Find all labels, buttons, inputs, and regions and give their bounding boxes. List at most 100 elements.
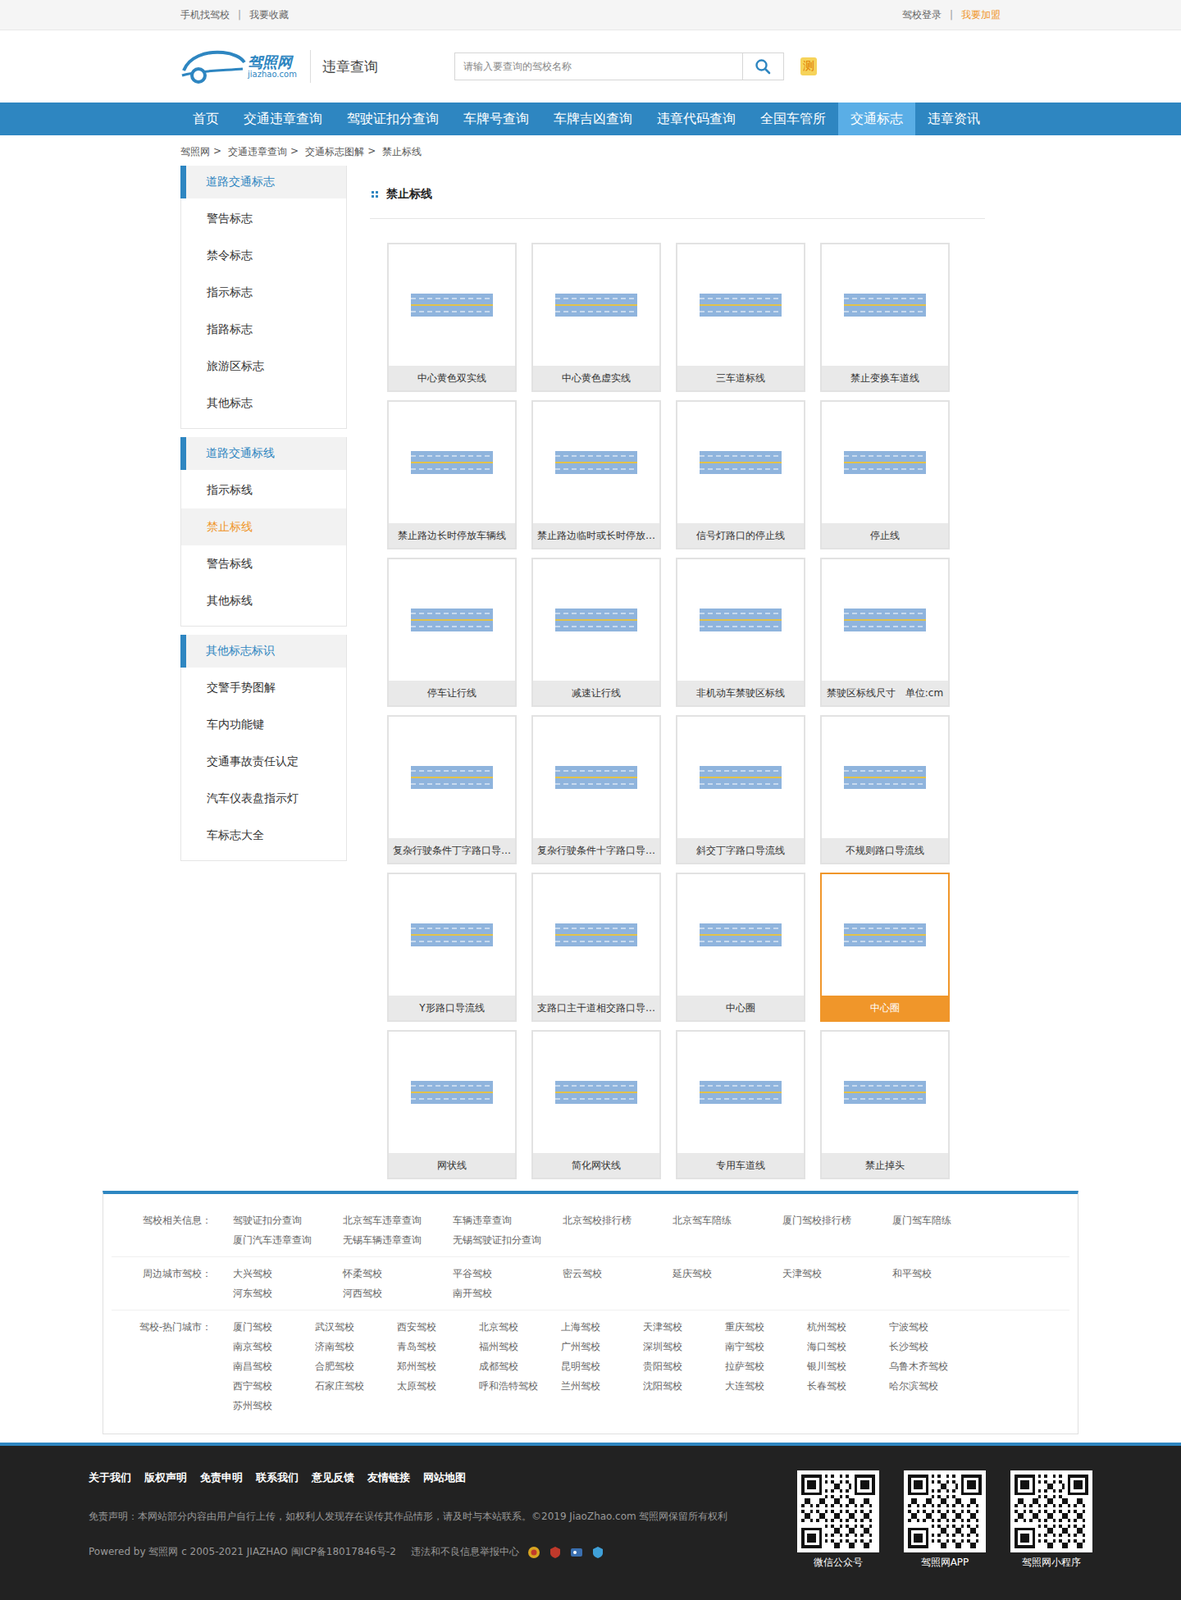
footer-link[interactable]: 乌鲁木齐驾校 [889,1356,972,1377]
breadcrumb-item[interactable]: 驾照网 [180,145,210,160]
footer-link[interactable]: 呼和浩特驾校 [478,1376,561,1396]
footer-link[interactable]: 无锡车辆违章查询 [342,1230,453,1250]
sidebar-item[interactable]: 禁止标线 [181,508,347,546]
footer-link[interactable]: 西安驾校 [396,1317,479,1337]
sidebar-group-title[interactable]: 道路交通标线 [180,437,347,470]
footer-link[interactable]: 北京驾校排行榜 [562,1210,673,1231]
sign-card[interactable]: 停止线 [820,400,950,550]
footer-link[interactable]: 车辆违章查询 [452,1210,563,1231]
footer-link[interactable]: 重庆驾校 [725,1317,808,1337]
footer-link[interactable]: 长沙驾校 [889,1336,972,1357]
footer-link[interactable]: 石家庄驾校 [314,1376,397,1396]
nav-item[interactable]: 驾驶证扣分查询 [334,102,452,136]
nav-item[interactable]: 违章代码查询 [644,102,748,136]
sign-card[interactable]: 网状线 [387,1030,517,1180]
footer-link[interactable]: 武汉驾校 [314,1317,397,1337]
footer-link[interactable]: 海口驾校 [807,1336,890,1357]
sidebar-group-title[interactable]: 其他标志标识 [180,634,347,668]
footer-link[interactable]: 成都驾校 [478,1356,561,1377]
sign-card[interactable]: 斜交丁字路口导流线 [675,715,806,865]
report-link[interactable]: 违法和不良信息举报中心 [410,1545,520,1560]
sign-card[interactable]: 禁驶区标线尺寸 单位:cm [820,557,950,707]
footer-link[interactable]: 驾驶证扣分查询 [232,1210,343,1231]
footer-nav-link[interactable]: 版权声明 [144,1470,187,1486]
footer-link[interactable]: 苏州驾校 [232,1395,315,1416]
footer-link[interactable]: 河东驾校 [232,1283,343,1304]
top-link[interactable]: 我要收藏 [249,8,289,23]
footer-link[interactable]: 青岛驾校 [396,1336,479,1357]
footer-link[interactable]: 大兴驾校 [232,1263,343,1284]
search-input[interactable] [455,53,743,80]
nav-item[interactable]: 首页 [180,102,232,136]
footer-link[interactable]: 长春驾校 [807,1376,890,1396]
footer-link[interactable]: 厦门汽车违章查询 [232,1230,343,1250]
shield-badge-icon[interactable] [548,1545,562,1560]
footer-link[interactable]: 延庆驾校 [672,1263,783,1284]
footer-link[interactable]: 南宁驾校 [725,1336,808,1357]
footer-link[interactable]: 福州驾校 [478,1336,561,1357]
nav-item[interactable]: 车牌吉凶查询 [541,102,645,136]
breadcrumb-item[interactable]: 交通标志图解 [305,145,365,160]
footer-link[interactable]: 宁波驾校 [889,1317,972,1337]
search-button[interactable] [742,53,784,80]
sidebar-item[interactable]: 旅游区标志 [181,347,347,385]
footer-link[interactable]: 南京驾校 [232,1336,315,1357]
sign-card[interactable]: 减速让行线 [531,557,662,707]
sidebar-item[interactable]: 指示标线 [181,471,347,509]
sidebar-item[interactable]: 车内功能键 [181,706,347,744]
network-badge-icon[interactable] [569,1545,584,1560]
footer-nav-link[interactable]: 意见反馈 [311,1470,355,1486]
footer-link[interactable]: 北京驾车陪练 [672,1210,783,1231]
sidebar-item[interactable]: 禁令标志 [181,237,347,274]
footer-link[interactable]: 深圳驾校 [642,1336,726,1357]
footer-link[interactable]: 合肥驾校 [314,1356,397,1377]
trust-badge-icon[interactable] [591,1545,605,1560]
footer-link[interactable]: 郑州驾校 [396,1356,479,1377]
footer-link[interactable]: 怀柔驾校 [342,1263,453,1284]
sign-card[interactable]: 中心黄色双实线 [387,242,517,393]
footer-link[interactable]: 厦门驾校排行榜 [782,1210,893,1231]
top-link[interactable]: 我要加盟 [961,8,1001,23]
footer-link[interactable]: 和平驾校 [892,1263,1003,1284]
footer-nav-link[interactable]: 联系我们 [255,1470,299,1486]
test-badge[interactable]: 测 [800,57,817,76]
sign-card[interactable]: Y形路口导流线 [387,872,517,1022]
footer-link[interactable]: 南开驾校 [452,1283,563,1304]
sidebar-item[interactable]: 指路标志 [181,310,347,348]
footer-link[interactable]: 贵阳驾校 [642,1356,726,1377]
sign-card[interactable]: 简化网状线 [531,1030,662,1180]
footer-link[interactable]: 南昌驾校 [232,1356,315,1377]
police-badge-icon[interactable] [527,1545,541,1560]
nav-item[interactable]: 全国车管所 [747,102,839,136]
sign-card[interactable]: 禁止掉头 [820,1030,950,1180]
footer-link[interactable]: 大连驾校 [725,1376,808,1396]
sign-card[interactable]: 专用车道线 [675,1030,806,1180]
footer-link[interactable]: 北京驾车违章查询 [342,1210,453,1231]
nav-item[interactable]: 违章资讯 [915,102,993,136]
sign-card[interactable]: 停车让行线 [387,557,517,707]
breadcrumb-item[interactable]: 禁止标线 [382,145,422,160]
sign-card[interactable]: 禁止路边临时或长时停放… [531,400,662,550]
footer-link[interactable]: 天津驾校 [642,1317,726,1337]
nav-item[interactable]: 车牌号查询 [451,102,542,136]
top-link[interactable]: 驾校登录 [902,8,942,23]
sign-card[interactable]: 中心黄色虚实线 [531,242,662,393]
footer-link[interactable]: 昆明驾校 [560,1356,643,1377]
footer-link[interactable]: 无锡驾驶证扣分查询 [452,1230,563,1250]
sign-card[interactable]: 信号灯路口的停止线 [675,400,806,550]
top-link[interactable]: 手机找驾校 [180,8,230,23]
footer-link[interactable]: 沈阳驾校 [642,1376,726,1396]
sign-card[interactable]: 禁止路边长时停放车辆线 [387,400,517,550]
sign-card[interactable]: 复杂行驶条件丁字路口导… [387,715,517,865]
footer-link[interactable]: 广州驾校 [560,1336,643,1357]
footer-link[interactable]: 厦门驾校 [232,1317,315,1337]
sidebar-item[interactable]: 汽车仪表盘指示灯 [181,779,347,817]
footer-nav-link[interactable]: 免责申明 [200,1470,243,1486]
sidebar-item[interactable]: 指示标志 [181,273,347,311]
sign-card[interactable]: 中心圈 [820,872,950,1022]
nav-item[interactable]: 交通标志 [838,102,916,136]
footer-link[interactable]: 拉萨驾校 [725,1356,808,1377]
footer-link[interactable]: 厦门驾车陪练 [892,1210,1003,1231]
footer-nav-link[interactable]: 网站地图 [423,1470,466,1486]
footer-link[interactable]: 西宁驾校 [232,1376,315,1396]
